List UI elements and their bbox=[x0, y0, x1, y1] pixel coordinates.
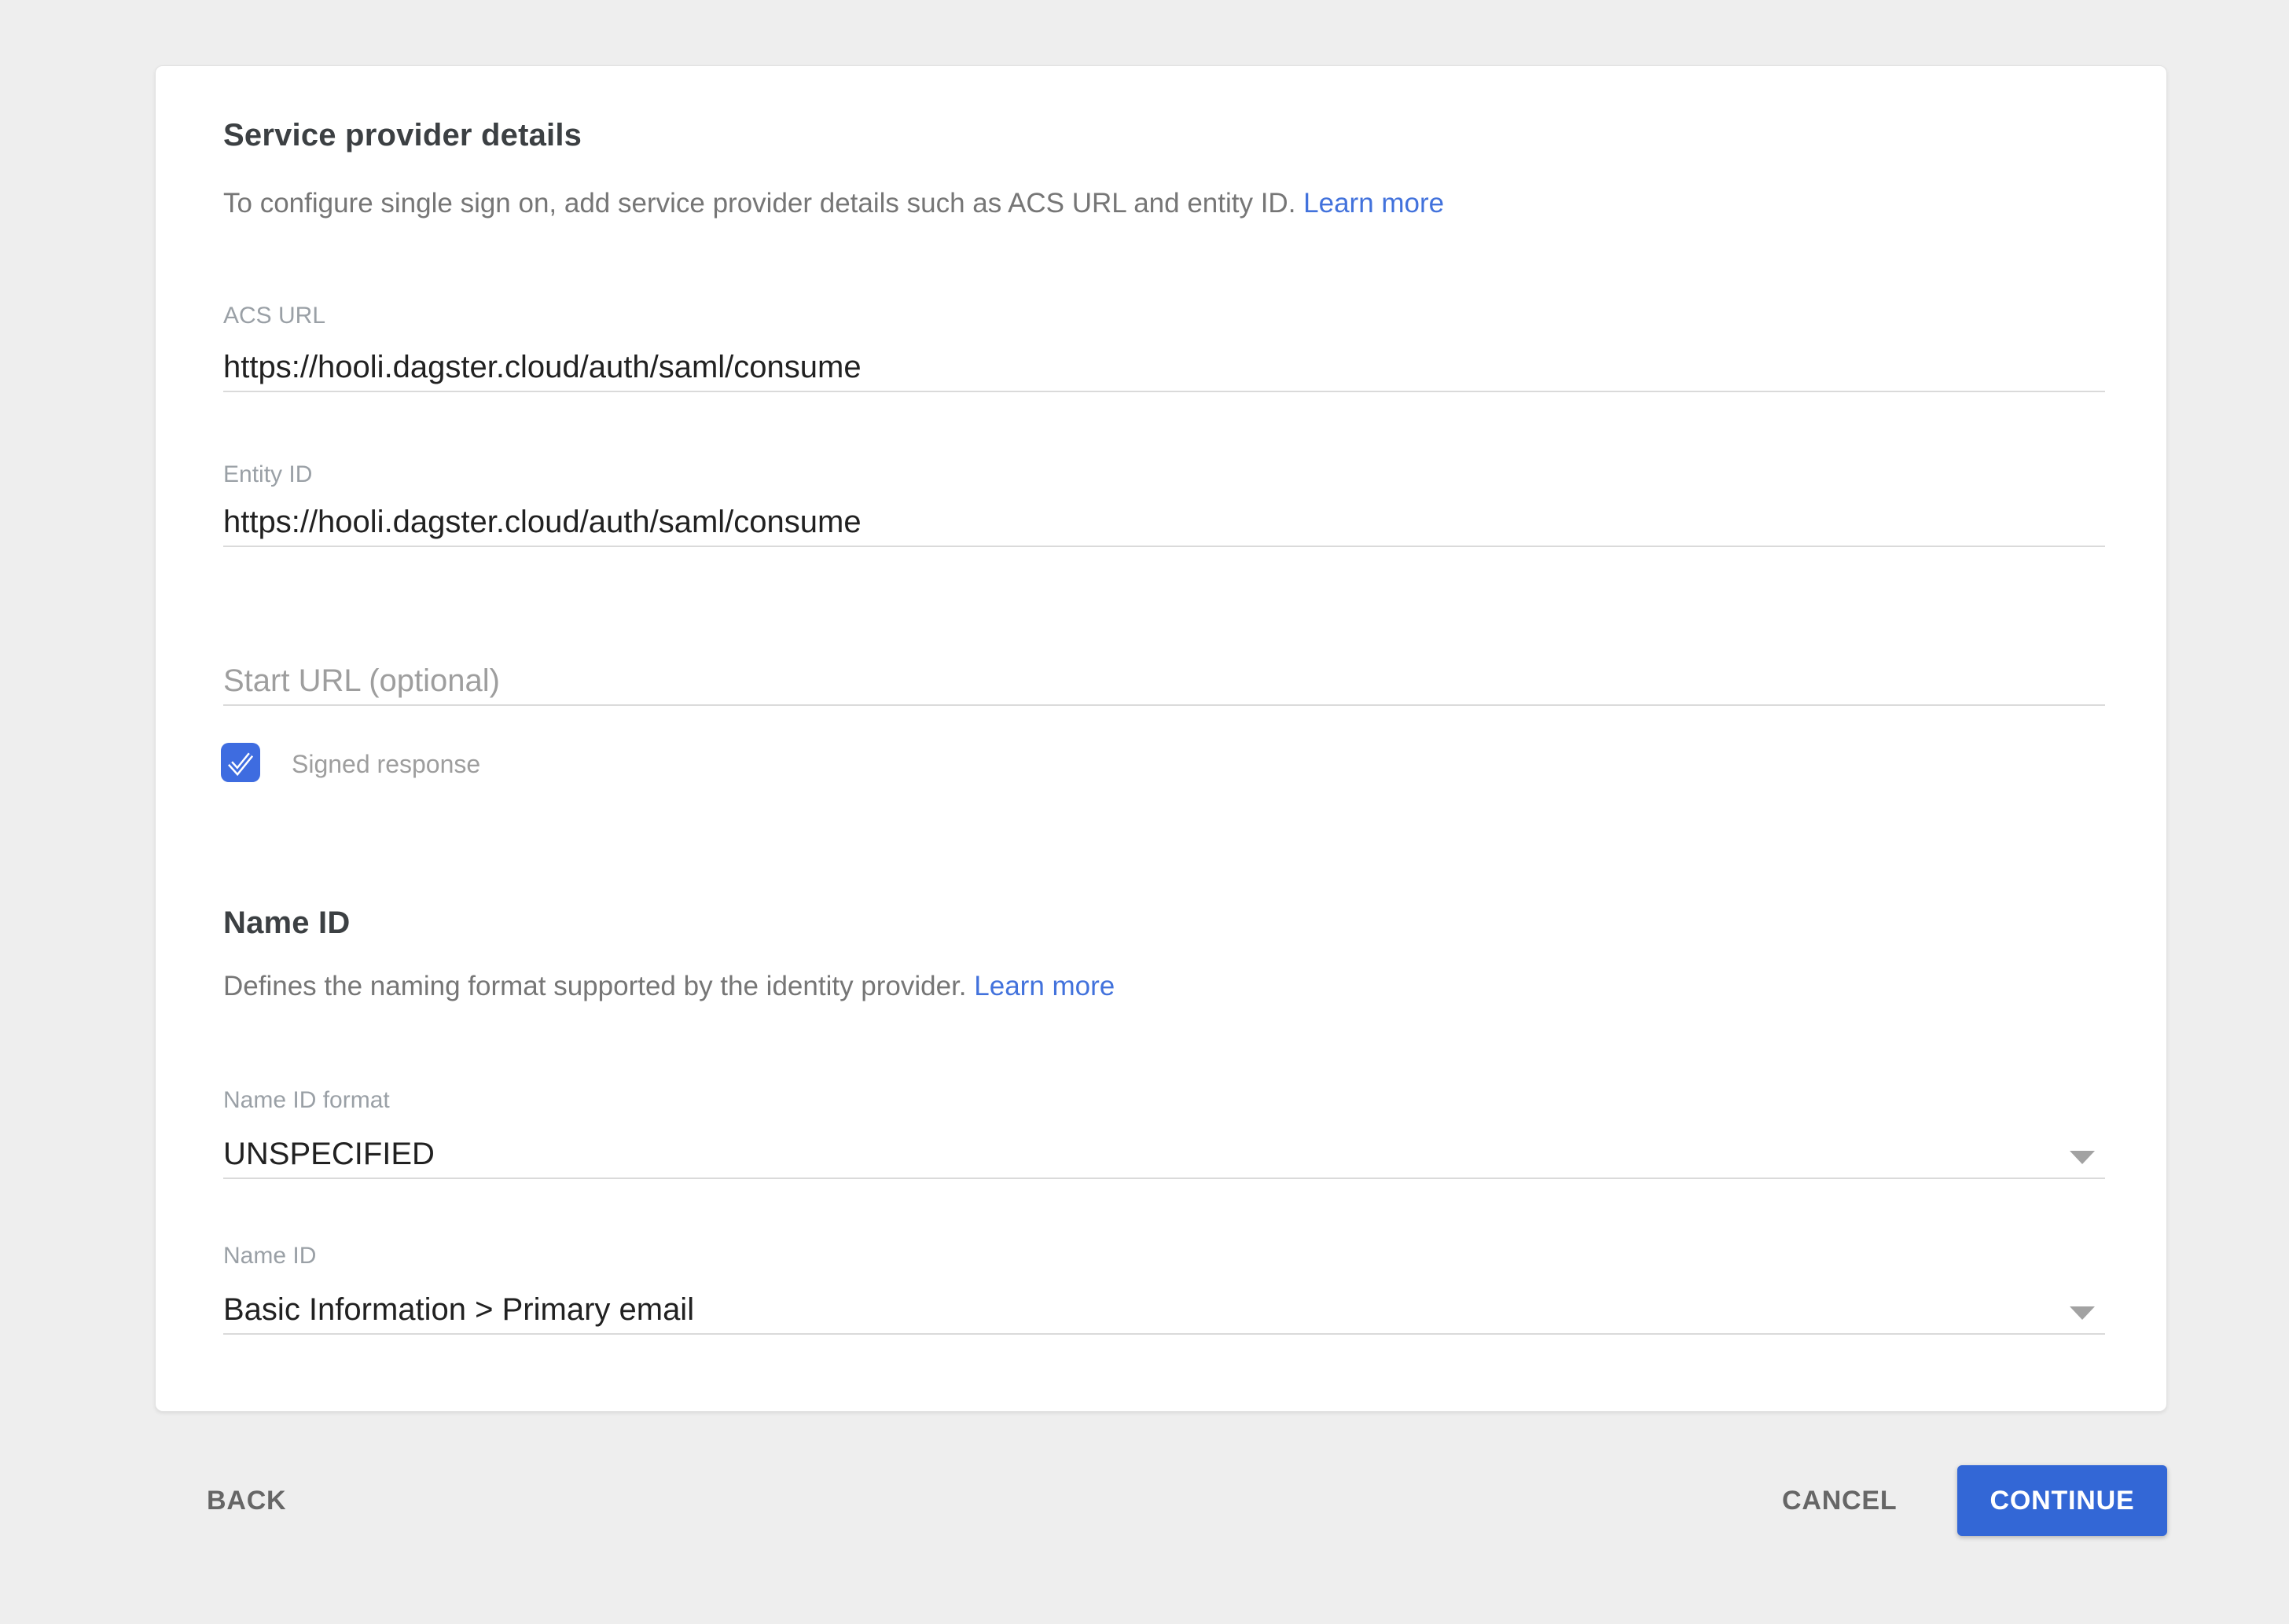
name-id-label: Name ID bbox=[223, 1242, 316, 1270]
name-id-learn-more-link[interactable]: Learn more bbox=[974, 971, 1115, 1001]
cancel-button[interactable]: CANCEL bbox=[1782, 1486, 1897, 1516]
signed-response-label: Signed response bbox=[292, 747, 480, 781]
name-id-format-label: Name ID format bbox=[223, 1086, 390, 1115]
name-id-section-title: Name ID bbox=[223, 904, 350, 942]
name-id-value: Basic Information > Primary email bbox=[223, 1292, 694, 1328]
name-id-description: Defines the naming format supported by t… bbox=[223, 968, 1115, 1005]
service-provider-card: Service provider details To configure si… bbox=[155, 65, 2167, 1412]
acs-url-label: ACS URL bbox=[223, 302, 325, 330]
service-provider-description: To configure single sign on, add service… bbox=[223, 186, 1444, 222]
back-button[interactable]: BACK bbox=[207, 1486, 286, 1516]
name-id-select[interactable]: Basic Information > Primary email bbox=[223, 1286, 2105, 1335]
service-provider-details-title: Service provider details bbox=[223, 116, 582, 154]
signed-response-checkbox[interactable] bbox=[221, 743, 260, 782]
name-id-format-select[interactable]: UNSPECIFIED bbox=[223, 1130, 2105, 1179]
entity-id-input[interactable] bbox=[223, 498, 2105, 547]
chevron-down-icon bbox=[2070, 1151, 2095, 1164]
name-id-format-value: UNSPECIFIED bbox=[223, 1137, 435, 1172]
checkbox-check-icon bbox=[221, 743, 260, 782]
sso-config-page: { "card": { "service_provider": { "title… bbox=[0, 0, 2289, 1624]
start-url-input[interactable] bbox=[223, 657, 2105, 706]
entity-id-label: Entity ID bbox=[223, 461, 312, 489]
service-provider-learn-more-link[interactable]: Learn more bbox=[1303, 188, 1444, 219]
name-id-description-text: Defines the naming format supported by t… bbox=[223, 971, 967, 1001]
service-provider-description-text: To configure single sign on, add service… bbox=[223, 188, 1295, 219]
chevron-down-icon bbox=[2070, 1306, 2095, 1320]
acs-url-input[interactable] bbox=[223, 344, 2105, 392]
continue-button[interactable]: CONTINUE bbox=[1957, 1465, 2167, 1536]
